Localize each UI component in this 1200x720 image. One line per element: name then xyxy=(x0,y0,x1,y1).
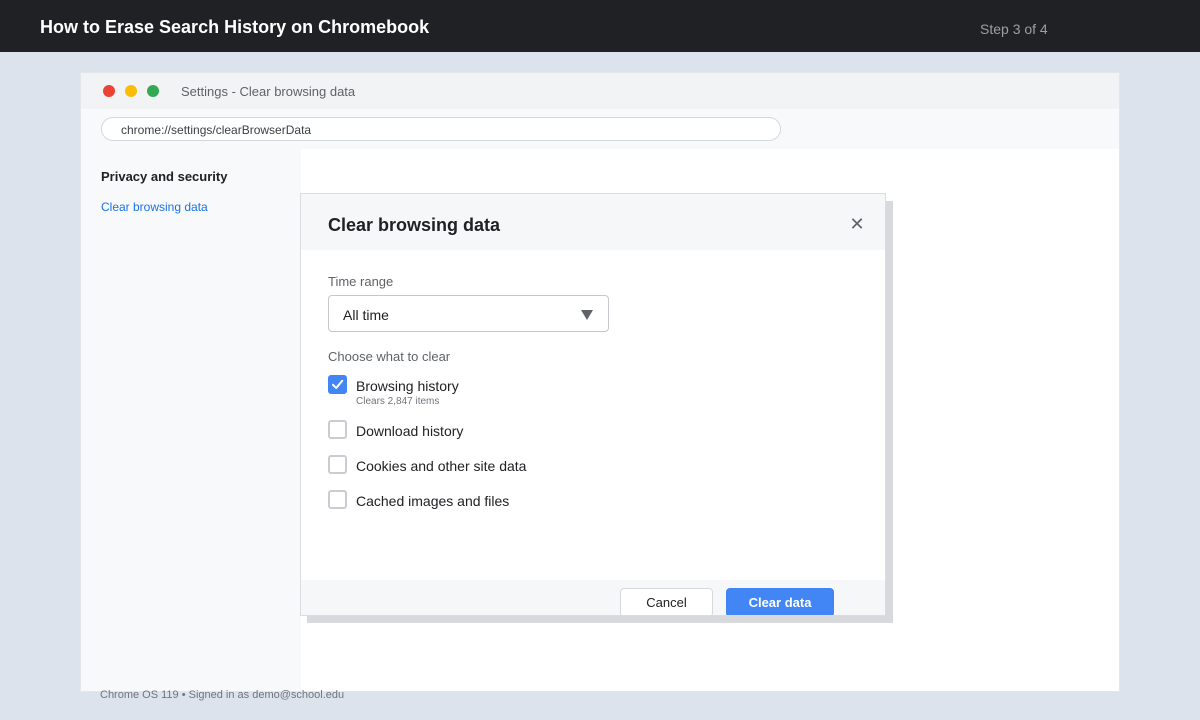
close-window-icon[interactable] xyxy=(103,85,115,97)
download-history-checkbox[interactable] xyxy=(328,420,347,439)
step-indicator: Step 3 of 4 xyxy=(980,21,1048,37)
choose-label: Choose what to clear xyxy=(328,349,451,364)
cookies-checkbox[interactable] xyxy=(328,455,347,474)
checkmark-icon xyxy=(332,379,344,389)
clear-data-button[interactable]: Clear data xyxy=(726,588,834,615)
dialog-header: Clear browsing data ✕ xyxy=(301,194,885,250)
dropdown-arrow-icon xyxy=(581,310,593,320)
browsing-history-label: Browsing history xyxy=(356,378,459,394)
sidebar-heading: Privacy and security xyxy=(101,169,228,184)
cancel-button[interactable]: Cancel xyxy=(620,588,713,615)
cached-images-label: Cached images and files xyxy=(356,493,510,509)
close-icon[interactable]: ✕ xyxy=(847,214,867,234)
cookies-label: Cookies and other site data xyxy=(356,458,527,474)
cached-images-checkbox[interactable] xyxy=(328,490,347,509)
address-url: chrome://settings/clearBrowserData xyxy=(121,123,312,137)
sidebar-item-clear-browsing-data[interactable]: Clear browsing data xyxy=(101,200,208,214)
time-range-select[interactable]: All time xyxy=(328,295,609,332)
tutorial-title: How to Erase Search History on Chromeboo… xyxy=(40,17,430,37)
time-range-label: Time range xyxy=(328,274,394,289)
dialog-footer: Cancel Clear data xyxy=(301,580,885,615)
address-row: chrome://settings/clearBrowserData xyxy=(81,109,1119,149)
time-range-value: All time xyxy=(343,307,389,323)
minimize-window-icon[interactable] xyxy=(125,85,137,97)
window-title: Settings - Clear browsing data xyxy=(181,84,356,99)
browsing-history-count: Clears 2,847 items xyxy=(356,396,440,407)
window-titlebar: Settings - Clear browsing data xyxy=(81,73,1119,109)
tutorial-header: How to Erase Search History on Chromeboo… xyxy=(0,0,1200,52)
clear-browsing-data-dialog: Clear browsing data ✕ Time range All tim… xyxy=(300,193,886,616)
browsing-history-checkbox[interactable] xyxy=(328,375,347,394)
status-footer: Chrome OS 119 • Signed in as demo@school… xyxy=(100,689,345,701)
maximize-window-icon[interactable] xyxy=(147,85,159,97)
address-bar[interactable]: chrome://settings/clearBrowserData xyxy=(101,117,781,141)
download-history-label: Download history xyxy=(356,423,464,439)
dialog-title: Clear browsing data xyxy=(328,215,501,235)
settings-sidebar: Privacy and security Clear browsing data xyxy=(81,149,301,691)
